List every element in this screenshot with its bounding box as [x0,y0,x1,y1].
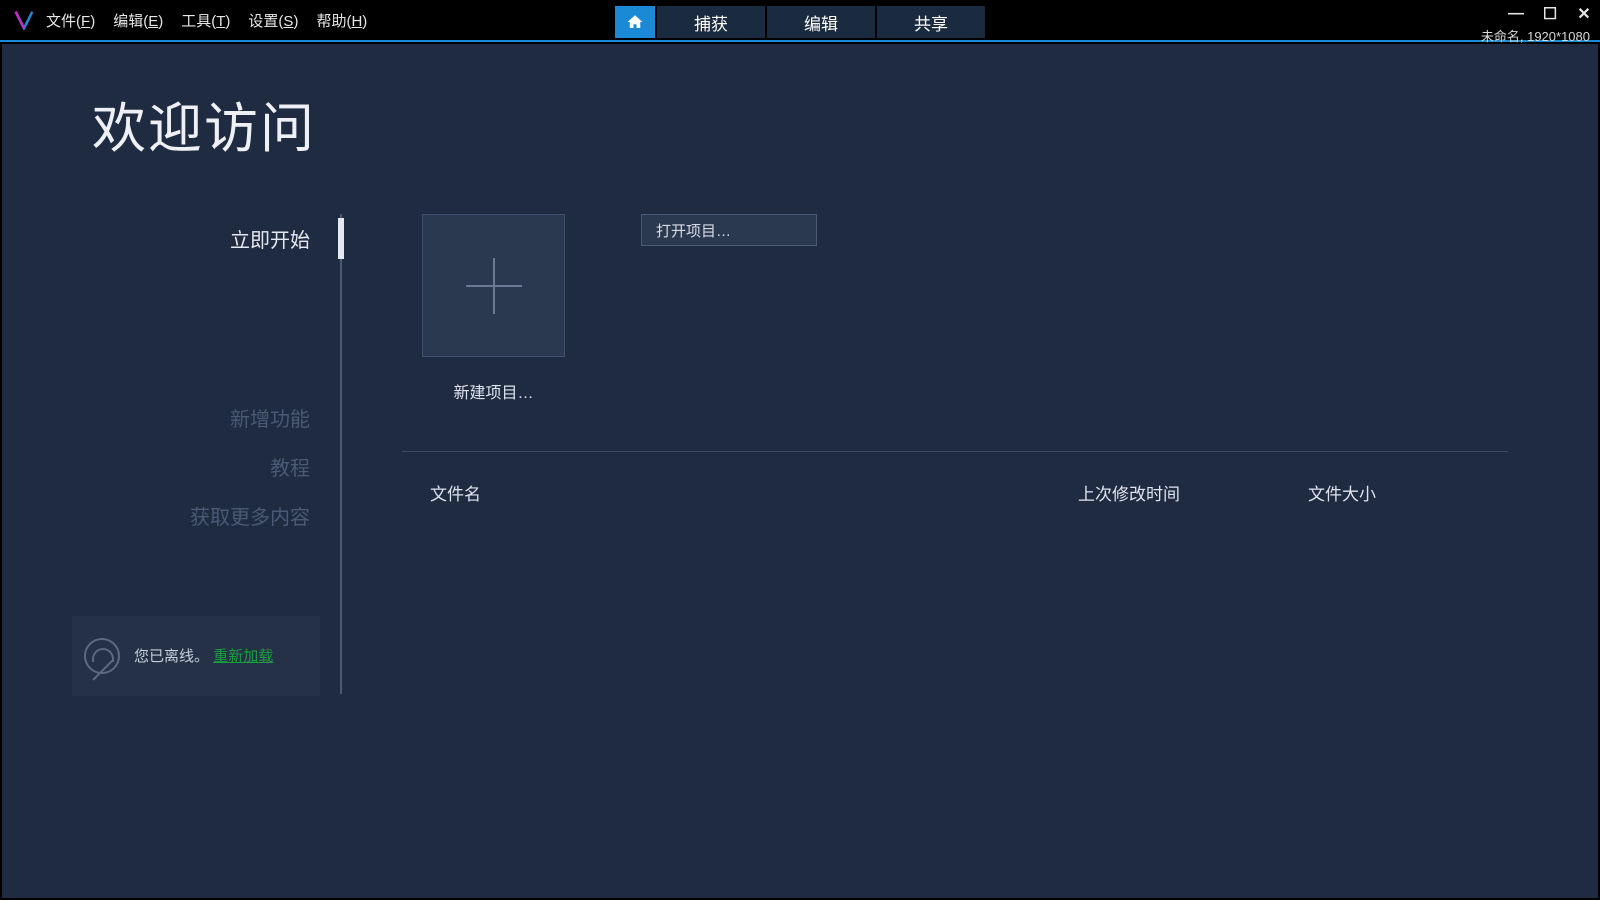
main-area: 新建项目… 打开项目… 文件名 上次修改时间 文件大小 [402,214,1508,505]
offline-banner: 您已离线。 重新加载 [72,616,320,696]
col-header-size[interactable]: 文件大小 [1308,480,1508,505]
close-button[interactable]: ✕ [1574,4,1594,24]
sidenav-start-now[interactable]: 立即开始 [72,214,340,263]
tab-edit[interactable]: 编辑 [767,6,875,38]
tab-share[interactable]: 共享 [877,6,985,38]
open-project-button[interactable]: 打开项目… [641,214,817,246]
document-status: 未命名, 1920*1080 [1481,26,1590,45]
offline-text: 您已离线。 重新加载 [134,646,273,667]
sidenav-whats-new[interactable]: 新增功能 [72,393,340,442]
app-logo-icon [14,10,34,30]
col-header-modified[interactable]: 上次修改时间 [1078,480,1308,505]
tab-capture[interactable]: 捕获 [657,6,765,38]
col-header-filename[interactable]: 文件名 [402,480,1078,505]
menubar: 文件(F) 编辑(E) 工具(T) 设置(S) 帮助(H) [46,10,367,31]
menu-edit[interactable]: 编辑(E) [113,10,163,31]
minimize-button[interactable]: — [1506,5,1526,23]
new-project-tile[interactable] [422,214,565,357]
section-divider [402,451,1508,452]
workspace: 欢迎访问 立即开始 新增功能 教程 获取更多内容 您已离线。 重新加载 新建项目… [2,44,1598,898]
plus-icon [466,258,522,314]
menu-file[interactable]: 文件(F) [46,10,95,31]
file-list-header: 文件名 上次修改时间 文件大小 [402,480,1508,505]
titlebar: 文件(F) 编辑(E) 工具(T) 设置(S) 帮助(H) 捕获 编辑 共享 —… [0,0,1600,42]
menu-settings[interactable]: 设置(S) [248,10,298,31]
window-controls: — ☐ ✕ [1506,4,1594,24]
mode-tabs: 捕获 编辑 共享 [615,6,985,38]
offline-icon [84,638,120,674]
welcome-title: 欢迎访问 [92,84,316,163]
menu-tools[interactable]: 工具(T) [181,10,230,31]
offline-reload-link[interactable]: 重新加载 [213,648,273,665]
new-project-wrap: 新建项目… [402,214,585,403]
maximize-button[interactable]: ☐ [1540,4,1560,24]
sidenav-tutorials[interactable]: 教程 [72,442,340,491]
tab-home[interactable] [615,6,655,38]
new-project-label: 新建项目… [402,379,585,403]
home-icon [626,13,644,31]
sidenav-get-more[interactable]: 获取更多内容 [72,491,340,540]
menu-help[interactable]: 帮助(H) [316,10,367,31]
